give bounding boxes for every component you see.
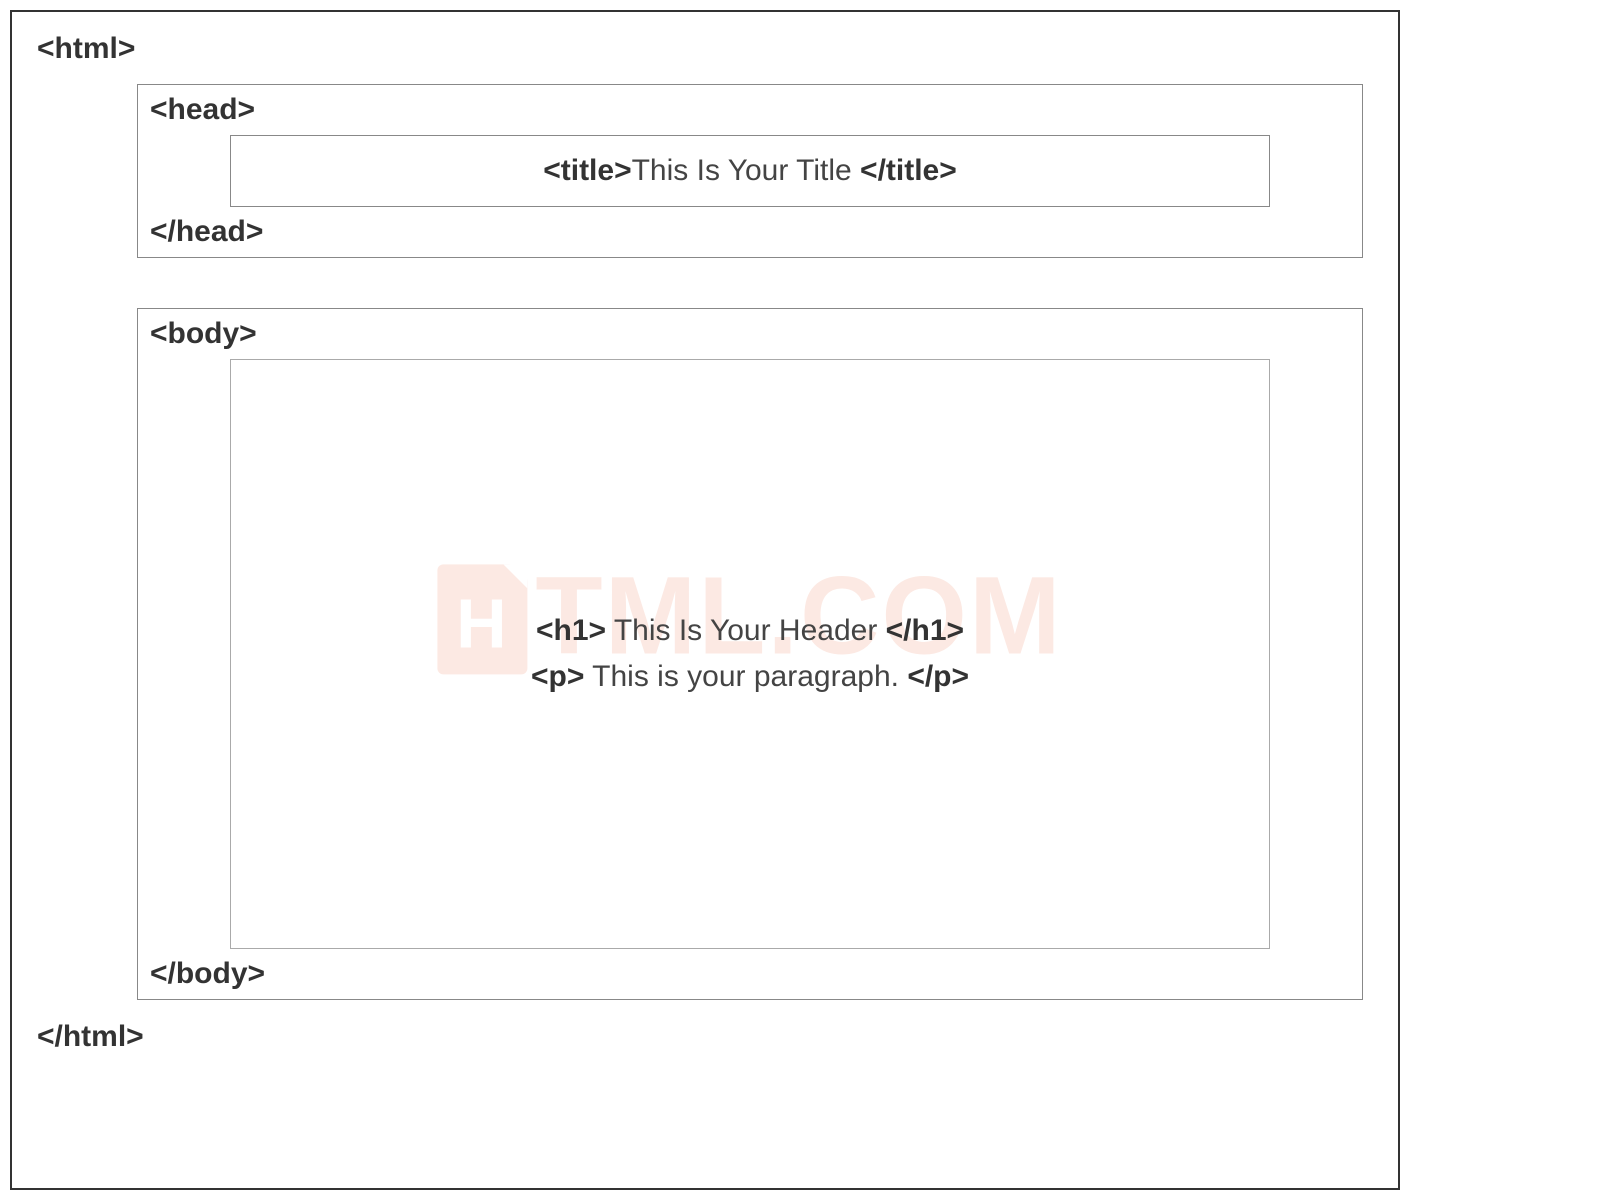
body-box: <body> TML.COM <h1> This Is Your Header … [137,308,1363,1000]
p-close-tag: </p> [907,660,969,693]
p-line: <p> This is your paragraph. </p> [531,660,969,694]
title-open-tag: <title> [543,154,631,187]
header-text: This Is Your Header [606,614,886,647]
h1-open-tag: <h1> [536,614,606,647]
html-open-tag: <html> [37,32,1373,66]
body-content-box: TML.COM <h1> This Is Your Header </h1> <… [230,359,1270,949]
h1-close-tag: </h1> [886,614,964,647]
html-structure-diagram: <html> <head> <title>This Is Your Title … [10,10,1400,1190]
html-logo-icon [437,564,527,674]
title-text: This Is Your Title [632,154,860,187]
h1-line: <h1> This Is Your Header </h1> [536,614,964,648]
head-close-tag: </head> [150,215,1350,249]
p-open-tag: <p> [531,660,584,693]
body-open-tag: <body> [150,317,1350,351]
head-open-tag: <head> [150,93,1350,127]
html-close-tag: </html> [37,1020,1373,1054]
title-box: <title>This Is Your Title </title> [230,135,1270,207]
body-close-tag: </body> [150,957,1350,991]
paragraph-text: This is your paragraph. [584,660,907,693]
head-box: <head> <title>This Is Your Title </title… [137,84,1363,258]
title-close-tag: </title> [860,154,957,187]
